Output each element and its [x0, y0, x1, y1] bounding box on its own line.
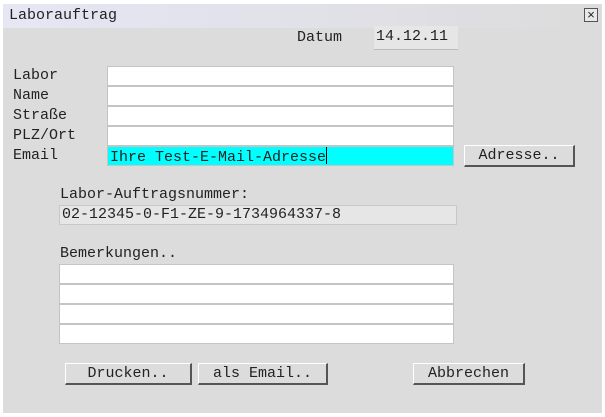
name-label: Name	[13, 87, 50, 104]
labor-label: Labor	[13, 67, 59, 84]
send-email-button[interactable]: als Email..	[198, 363, 328, 385]
print-button[interactable]: Drucken..	[65, 363, 192, 385]
remarks-label: Bemerkungen..	[60, 245, 178, 262]
order-number-label: Labor-Auftragsnummer:	[60, 186, 250, 203]
order-number-field: 02-12345-0-F1-ZE-9-1734964337-8	[59, 205, 457, 225]
email-input[interactable]: Ihre Test-E-Mail-Adresse	[107, 146, 454, 166]
cancel-button[interactable]: Abbrechen	[413, 363, 525, 385]
remarks-line-4[interactable]	[59, 324, 454, 344]
window-title: Laborauftrag	[9, 7, 118, 24]
date-label: Datum	[297, 29, 343, 46]
labor-input[interactable]	[107, 66, 454, 86]
laborauftrag-dialog: Laborauftrag × Datum 14.12.11 Labor Name…	[3, 4, 602, 413]
street-label: Straße	[13, 107, 68, 124]
zip-city-label: PLZ/Ort	[13, 127, 77, 144]
email-input-text: Ihre Test-E-Mail-Adresse	[110, 149, 327, 166]
remarks-line-3[interactable]	[59, 304, 454, 324]
zip-city-input[interactable]	[107, 126, 454, 146]
close-icon[interactable]: ×	[584, 8, 598, 23]
street-input[interactable]	[107, 106, 454, 126]
address-button[interactable]: Adresse..	[464, 145, 575, 167]
title-bar: Laborauftrag ×	[3, 4, 602, 28]
email-label: Email	[13, 147, 59, 164]
name-input[interactable]	[107, 86, 454, 106]
date-field[interactable]: 14.12.11	[374, 26, 458, 50]
remarks-line-1[interactable]	[59, 264, 454, 284]
remarks-line-2[interactable]	[59, 284, 454, 304]
text-cursor	[326, 147, 328, 164]
